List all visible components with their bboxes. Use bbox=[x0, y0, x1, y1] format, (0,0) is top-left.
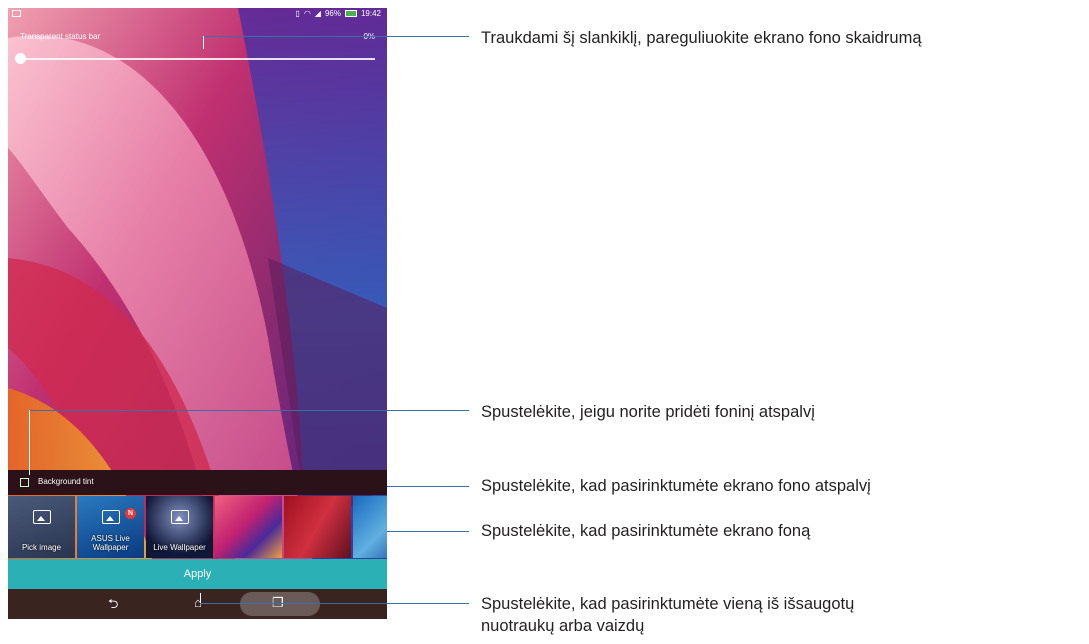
background-tint-row[interactable]: Background tint bbox=[8, 470, 387, 495]
thumb-pick-image[interactable]: Pick image bbox=[8, 496, 75, 558]
transparency-slider-track[interactable] bbox=[20, 58, 375, 60]
thumb-wallpaper-2[interactable] bbox=[284, 496, 351, 558]
tablet-screen: ▯ ◠ ◢ 96% 19:42 Transparent status bar 0… bbox=[8, 8, 387, 619]
background-tint-label: Background tint bbox=[38, 477, 94, 486]
status-icons: ▯ ◠ ◢ 96% 19:42 bbox=[295, 9, 381, 18]
back-icon[interactable]: ⮌ bbox=[108, 595, 118, 617]
signal-icon: ◢ bbox=[314, 9, 321, 18]
callout-stem-slider bbox=[203, 36, 204, 49]
background-tint-checkbox[interactable] bbox=[20, 478, 29, 487]
callout-text-wallpaper: Spustelėkite, kad pasirinktumėte ekrano … bbox=[481, 522, 811, 540]
callout-line-wallpaper bbox=[387, 531, 469, 532]
transparency-slider-thumb[interactable] bbox=[14, 53, 26, 64]
apply-button[interactable]: Apply bbox=[8, 559, 387, 589]
battery-percent: 96% bbox=[324, 9, 341, 18]
thumb-live-wallpaper[interactable]: Live Wallpaper bbox=[146, 496, 213, 558]
live-wallpaper-icon bbox=[170, 510, 189, 524]
navigation-bar: ⮌ ⌂ ❐ bbox=[8, 589, 387, 619]
callout-line-tint bbox=[29, 410, 469, 411]
clock: 19:42 bbox=[360, 9, 381, 18]
callout-text-saved-images-2: nuotraukų arba vaizdų bbox=[481, 617, 645, 635]
thumb-label: ASUS Live Wallpaper bbox=[91, 534, 130, 552]
callout-stem-saved-images bbox=[200, 593, 201, 603]
callout-text-slider: Traukdami šį slankiklį, pareguliuokite e… bbox=[481, 29, 922, 47]
thumb-wallpaper-3[interactable] bbox=[353, 496, 387, 558]
thumb-label: Live Wallpaper bbox=[153, 543, 206, 552]
slider-label: Transparent status bar bbox=[20, 32, 101, 41]
wallpaper-thumbnails: Pick image N ASUS Live Wallpaper Live Wa… bbox=[8, 496, 387, 558]
thumb-wallpaper-1[interactable] bbox=[215, 496, 282, 558]
callout-text-tint-color: Spustelėkite, kad pasirinktumėte ekrano … bbox=[481, 477, 871, 495]
thumb-label: Pick image bbox=[21, 543, 62, 552]
callout-line-slider bbox=[203, 36, 469, 37]
vibrate-icon: ▯ bbox=[295, 9, 300, 18]
callout-line-tint-color bbox=[387, 486, 469, 487]
callout-stem-tint bbox=[29, 410, 30, 475]
new-badge: N bbox=[125, 508, 136, 519]
callout-text-saved-images-1: Spustelėkite, kad pasirinktumėte vieną i… bbox=[481, 595, 855, 613]
live-wallpaper-icon bbox=[101, 510, 120, 524]
callout-line-saved-images bbox=[200, 603, 469, 604]
callout-text-tint: Spustelėkite, jeigu norite pridėti fonin… bbox=[481, 403, 815, 421]
thumb-asus-live-wallpaper[interactable]: N ASUS Live Wallpaper bbox=[77, 496, 144, 558]
battery-icon bbox=[344, 10, 357, 17]
image-icon bbox=[32, 510, 51, 524]
wifi-icon: ◠ bbox=[303, 9, 311, 18]
image-notification-icon bbox=[12, 10, 21, 17]
status-bar: ▯ ◠ ◢ 96% 19:42 bbox=[8, 8, 387, 22]
